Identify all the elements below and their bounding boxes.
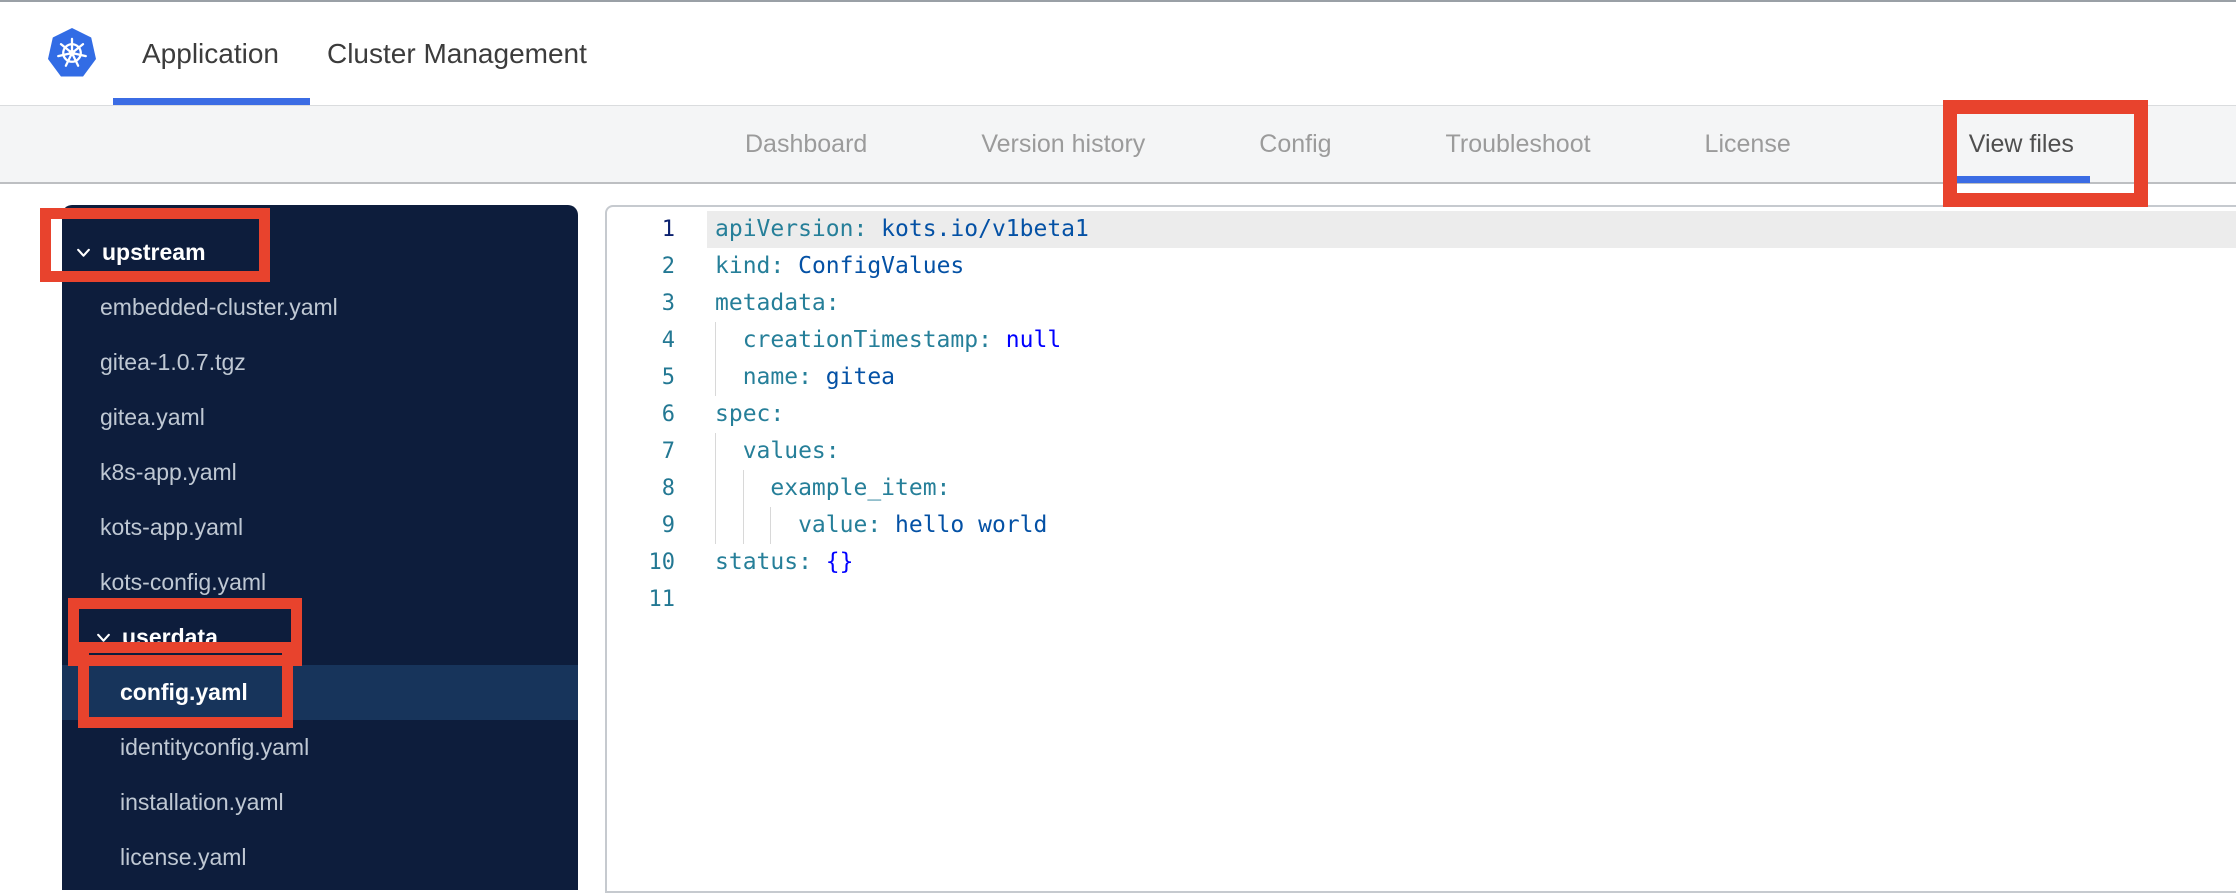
code-line-5[interactable]: name: gitea (707, 359, 2236, 396)
code-token: ConfigValues (798, 253, 965, 279)
tree-file-identityconfig-yaml[interactable]: identityconfig.yaml (62, 720, 578, 775)
code-line-4[interactable]: creationTimestamp: null (707, 322, 2236, 359)
code-line-6[interactable]: spec: (707, 396, 2236, 433)
code-line-2[interactable]: kind: ConfigValues (707, 248, 2236, 285)
indent-guide (715, 507, 716, 544)
header-tabs: Application Cluster Management (113, 2, 587, 105)
code-line-9[interactable]: value: hello world (707, 507, 2236, 544)
ship-wheel-icon (57, 37, 87, 67)
code-token: {} (825, 549, 854, 575)
line-number: 7 (661, 439, 675, 464)
tree-row-label: k8s-app.yaml (100, 459, 237, 485)
line-number: 1 (661, 217, 675, 242)
indent-guide (715, 433, 716, 470)
code-token: creationTimestamp: (715, 327, 1006, 353)
code-line-1[interactable]: apiVersion: kots.io/v1beta1 (707, 211, 2236, 248)
tree-row-label: gitea.yaml (100, 404, 205, 430)
line-number: 6 (661, 402, 675, 427)
tree-file-k8s-app-yaml[interactable]: k8s-app.yaml (62, 445, 578, 500)
subnav-item-config[interactable]: Config (1202, 106, 1388, 182)
tree-file-installation-yaml[interactable]: installation.yaml (62, 775, 578, 830)
app-subnav: Dashboard Version history Config Troublesho… (0, 105, 2236, 184)
line-number: 8 (661, 476, 675, 501)
tree-row-label: license.yaml (120, 844, 247, 870)
chevron-down-icon (95, 629, 112, 646)
tree-row-label: kots-app.yaml (100, 514, 244, 540)
tree-row-label: config.yaml (120, 679, 248, 705)
tree-file-gitea-yaml[interactable]: gitea.yaml (62, 390, 578, 445)
editor-line-number-gutter: 1 2 3 4 5 6 7 8 9 10 11 (607, 211, 676, 618)
chevron-down-icon (75, 244, 92, 261)
code-token: gitea (825, 364, 896, 390)
indent-guide (715, 470, 716, 507)
code-token: name: (715, 364, 826, 390)
code-line-10[interactable]: status: {} (707, 544, 2236, 581)
subnav-item-dashboard[interactable]: Dashboard (688, 106, 924, 182)
tree-row-label: userdata (122, 624, 218, 650)
code-line-8[interactable]: example_item: (707, 470, 2236, 507)
indent-guide (742, 470, 744, 507)
tree-file-embedded-cluster-yaml[interactable]: embedded-cluster.yaml (62, 280, 578, 335)
subnav-item-version-history[interactable]: Version history (924, 106, 1202, 182)
line-number: 11 (648, 587, 676, 612)
code-token: apiVersion: (715, 216, 882, 242)
header-tab-cluster-management[interactable]: Cluster Management (327, 2, 587, 105)
tree-row-label: gitea-1.0.7.tgz (100, 349, 246, 375)
kubernetes-logo-icon (48, 28, 96, 77)
line-number: 9 (661, 513, 675, 538)
line-number: 5 (661, 365, 675, 390)
tree-row-label: kots-config.yaml (100, 569, 267, 595)
subnav-item-troubleshoot[interactable]: Troubleshoot (1389, 106, 1648, 182)
code-token: spec: (715, 401, 785, 427)
indent-guide (770, 507, 772, 544)
code-token: example_item: (715, 475, 951, 501)
line-number: 3 (661, 291, 675, 316)
indent-guide (715, 359, 716, 396)
code-token: hello world (895, 512, 1048, 538)
tree-folder-userdata[interactable]: userdata (62, 610, 578, 665)
tree-row-label: embedded-cluster.yaml (100, 294, 338, 320)
tree-row-label: installation.yaml (120, 789, 284, 815)
code-token: status: (715, 549, 826, 575)
tree-file-config-yaml[interactable]: config.yaml (62, 665, 578, 720)
tree-file-license-yaml[interactable]: license.yaml (62, 830, 578, 885)
line-number: 4 (661, 328, 675, 353)
line-number: 2 (661, 254, 675, 279)
editor-code-area[interactable]: apiVersion: kots.io/v1beta1 kind: ConfigV… (707, 211, 2236, 618)
app-header: Application Cluster Management (0, 2, 2236, 105)
subnav-item-view-files[interactable]: View files (1912, 106, 2131, 183)
code-line-11[interactable] (707, 581, 2236, 618)
tree-row-label: identityconfig.yaml (120, 734, 310, 760)
file-content-editor: 1 2 3 4 5 6 7 8 9 10 11 apiVersion: kots.io/v1beta… (605, 205, 2236, 893)
code-line-7[interactable]: values: (707, 433, 2236, 470)
header-tab-application[interactable]: Application (113, 2, 310, 105)
code-token: metadata: (715, 290, 840, 316)
code-token: kots.io/v1beta1 (881, 216, 1089, 242)
tree-row-label: upstream (102, 239, 206, 265)
indent-guide (715, 322, 716, 359)
tree-file-kots-config-yaml[interactable]: kots-config.yaml (62, 555, 578, 610)
code-line-3[interactable]: metadata: (707, 285, 2236, 322)
code-token: values: (715, 438, 840, 464)
tree-file-kots-app-yaml[interactable]: kots-app.yaml (62, 500, 578, 555)
code-token: null (1005, 327, 1062, 353)
subnav-item-license[interactable]: License (1648, 106, 1848, 182)
indent-guide (742, 507, 744, 544)
tree-folder-upstream[interactable]: upstream (62, 225, 578, 280)
code-token: kind: (715, 253, 799, 279)
line-number: 10 (648, 550, 676, 575)
editor-inner: 1 2 3 4 5 6 7 8 9 10 11 apiVersion: kots.io/v1beta… (607, 207, 2236, 891)
tree-file-gitea-1-0-7-tgz[interactable]: gitea-1.0.7.tgz (62, 335, 578, 390)
file-tree-sidebar: upstream embedded-cluster.yaml gitea-1.0.7… (62, 205, 578, 890)
